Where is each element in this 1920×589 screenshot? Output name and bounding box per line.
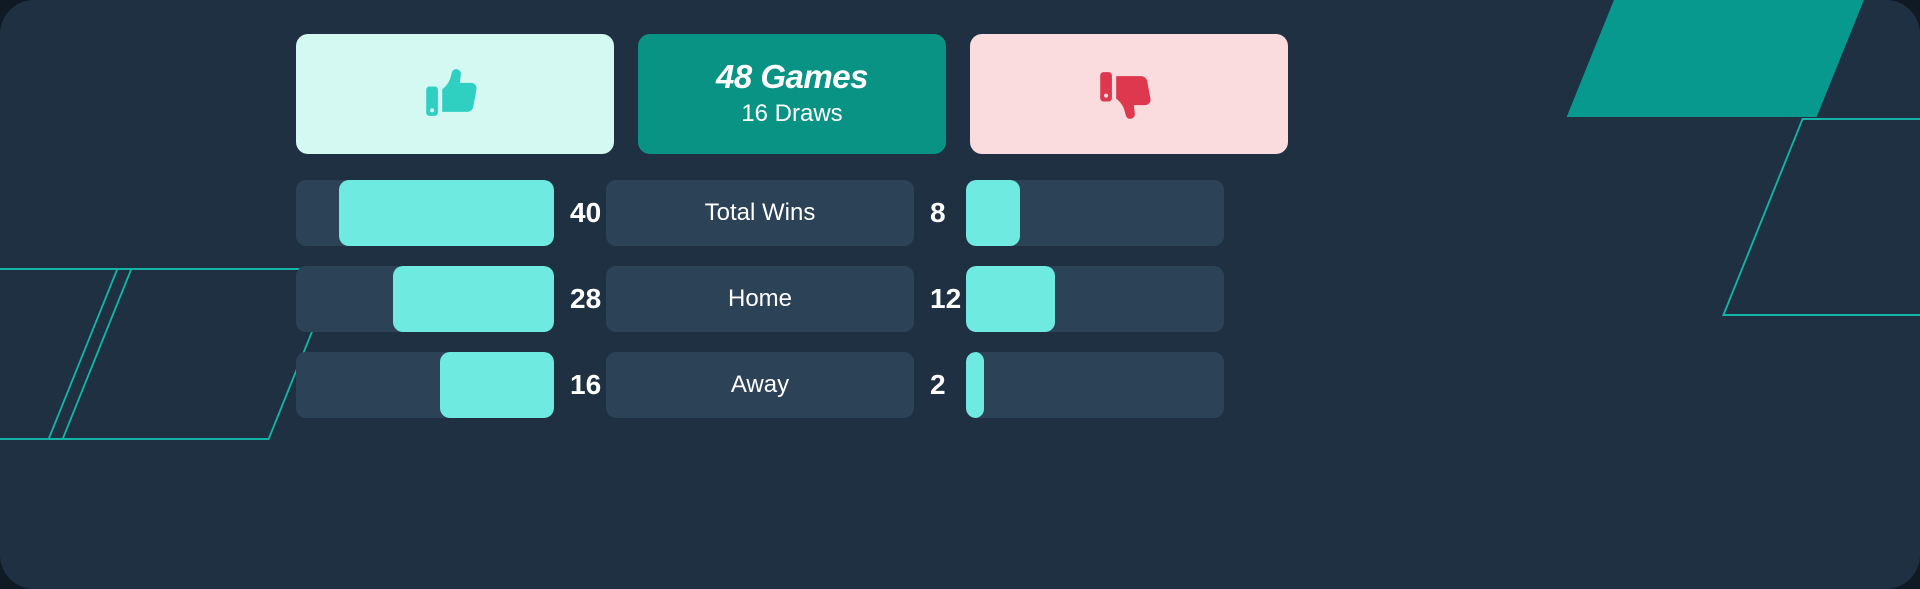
header-cards-row: 48 Games 16 Draws <box>0 34 1920 154</box>
table-row: 40 Total Wins 8 <box>0 180 1920 246</box>
games-summary-card: 48 Games 16 Draws <box>638 34 946 154</box>
right-bar-fill-0 <box>966 180 1020 246</box>
row-label-2: Away <box>606 352 914 418</box>
table-row: 28 Home 12 <box>0 266 1920 332</box>
left-bar-fill-1 <box>392 266 554 332</box>
right-bar-track-1 <box>966 266 1224 332</box>
left-bar-fill-0 <box>339 180 554 246</box>
stats-panel: 48 Games 16 Draws 40 Total Wins 8 28 Hom… <box>0 0 1920 589</box>
row-label-0: Total Wins <box>606 180 914 246</box>
left-value-1: 28 <box>570 283 602 314</box>
left-value-2: 16 <box>570 369 602 400</box>
right-value-1: 12 <box>930 283 962 314</box>
games-total-text: 48 Games <box>716 58 868 96</box>
right-bar-fill-2 <box>966 352 985 418</box>
left-bar-track-1 <box>296 266 554 332</box>
left-value-0: 40 <box>570 197 602 228</box>
table-row: 16 Away 2 <box>0 352 1920 418</box>
right-bar-track-0 <box>966 180 1224 246</box>
thumbs-up-icon <box>423 62 487 126</box>
right-bar-fill-1 <box>966 266 1055 332</box>
thumbs-down-icon <box>1097 62 1161 126</box>
right-value-0: 8 <box>930 197 946 228</box>
wins-card <box>296 34 614 154</box>
right-bar-track-2 <box>966 352 1224 418</box>
draws-text: 16 Draws <box>741 100 843 128</box>
panel-content: 48 Games 16 Draws 40 Total Wins 8 28 Hom… <box>0 0 1920 418</box>
left-bar-track-2 <box>296 352 554 418</box>
left-bar-fill-2 <box>440 352 554 418</box>
left-bar-track-0 <box>296 180 554 246</box>
losses-card <box>970 34 1288 154</box>
right-value-2: 2 <box>930 369 946 400</box>
row-label-1: Home <box>606 266 914 332</box>
